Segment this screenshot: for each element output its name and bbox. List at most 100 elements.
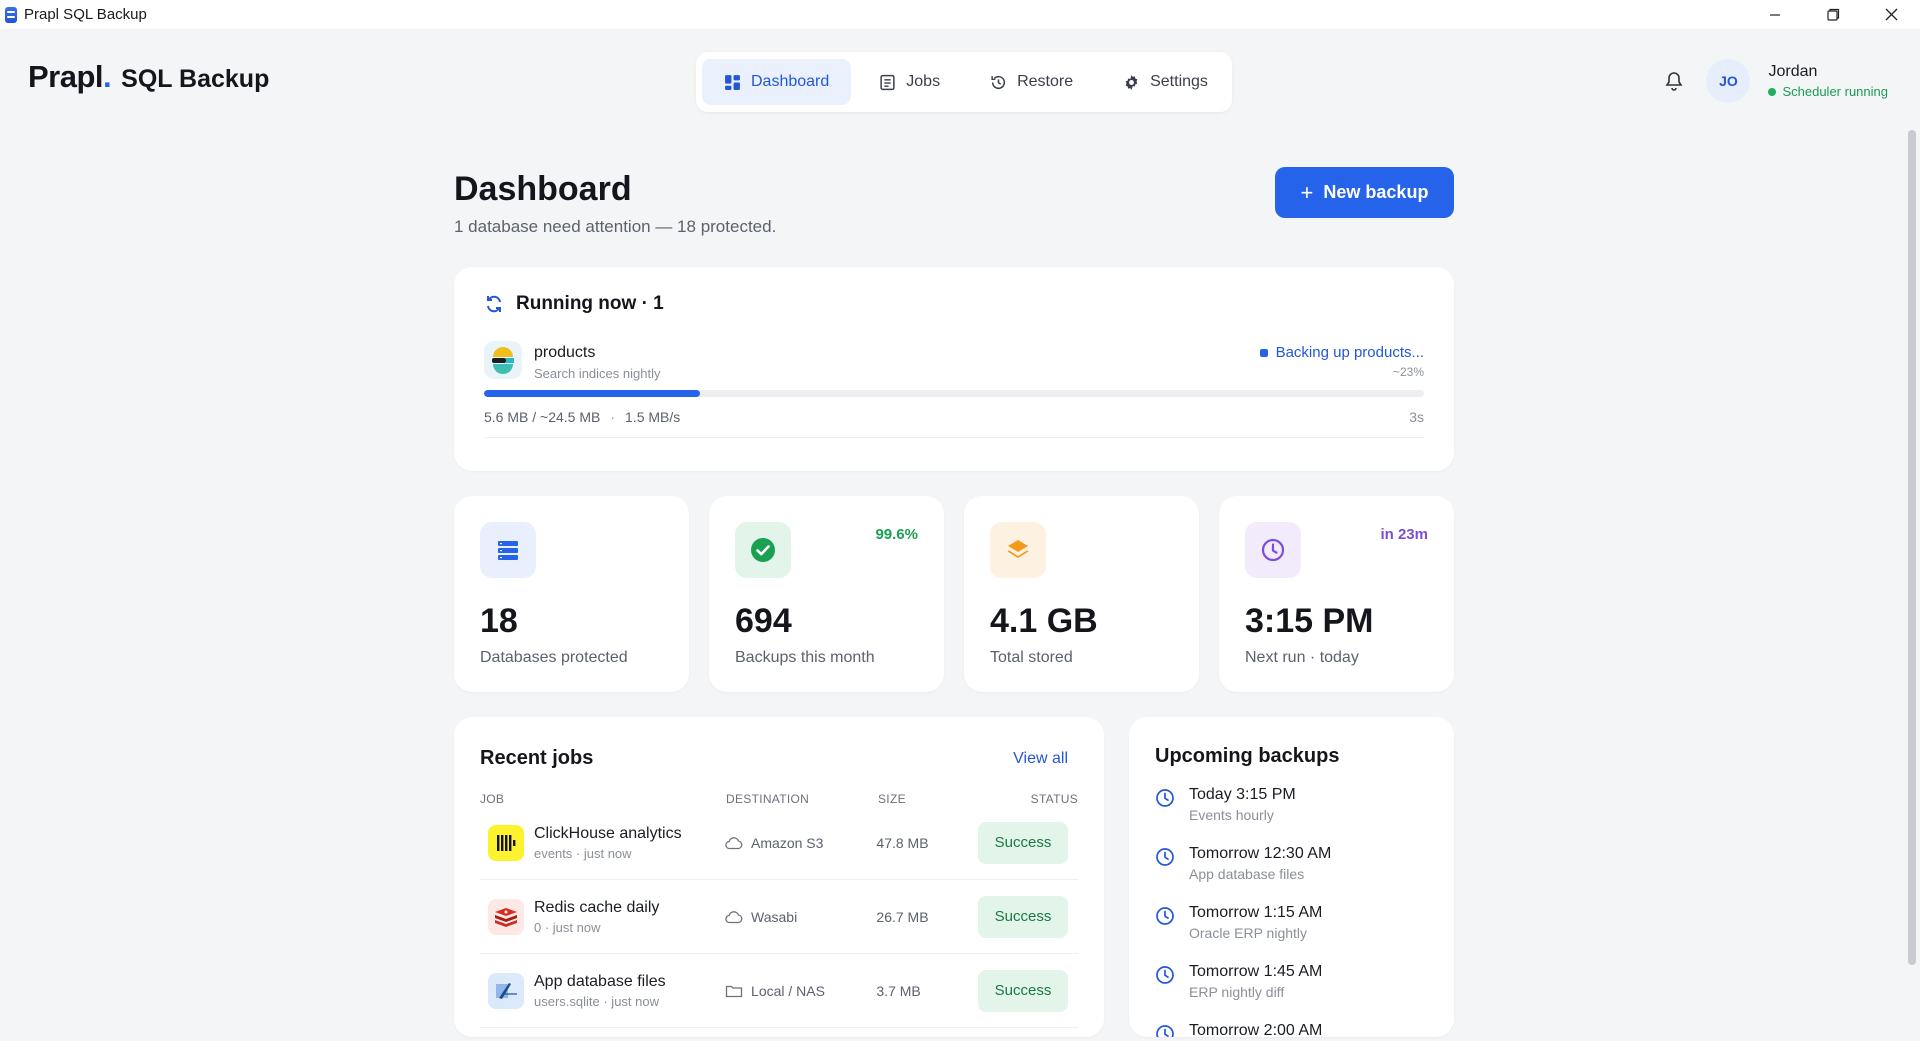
running-percent: ~23%	[1392, 365, 1424, 379]
clock-icon	[1156, 789, 1174, 807]
page-subtitle: 1 database need attention — 18 protected…	[454, 217, 777, 236]
job-destination: Amazon S3	[751, 834, 824, 851]
status-badge: Success	[977, 969, 1068, 1012]
job-name: App database files	[534, 972, 666, 990]
redis-logo	[488, 898, 524, 935]
stat-label: Next run · today	[1245, 649, 1359, 666]
user-name: Jordan	[1768, 63, 1818, 80]
stat-label: Total stored	[990, 649, 1073, 666]
nav-dashboard[interactable]: Dashboard	[702, 59, 852, 105]
upcoming-time: Tomorrow 12:30 AM	[1189, 845, 1332, 862]
close-window-button[interactable]	[1862, 0, 1920, 29]
sync-icon	[487, 295, 501, 313]
nav-jobs[interactable]: Jobs	[857, 59, 962, 105]
table-row[interactable]: App database files users.sqlite · just n…	[480, 954, 1078, 1028]
upcoming-title: Upcoming backups	[1155, 745, 1340, 767]
list-item[interactable]: Tomorrow 12:30 AM App database files	[1155, 845, 1428, 904]
list-item[interactable]: Today 3:15 PM Events hourly	[1155, 786, 1428, 845]
running-job[interactable]: products Search indices nightly Backing …	[484, 341, 1424, 381]
stat-value: 4.1 GB	[990, 602, 1098, 640]
status-badge: Success	[977, 895, 1068, 938]
database-icon	[480, 522, 536, 578]
recent-jobs-card: Recent jobs View all JOB DESTINATION SIZ…	[454, 717, 1104, 1037]
stat-label: Databases protected	[480, 649, 628, 666]
notifications-button[interactable]	[1660, 67, 1688, 95]
gear-icon	[1125, 74, 1138, 90]
stat-value: 694	[735, 602, 792, 640]
nav-jobs-label: Jobs	[906, 73, 941, 90]
transfer-rate: 1.5 MB/s	[625, 409, 681, 425]
minimize-button[interactable]	[1746, 0, 1804, 29]
transferred-size: 5.6 MB / ~24.5 MB	[484, 409, 601, 425]
job-size: 3.7 MB	[876, 982, 921, 999]
nav-restore-label: Restore	[1017, 73, 1074, 90]
list-item[interactable]: Tomorrow 2:00 AM	[1155, 1022, 1428, 1037]
brand-logo[interactable]: Prapl. SQL Backup	[28, 59, 269, 95]
col-size-header: SIZE	[878, 792, 906, 806]
job-size: 26.7 MB	[876, 908, 929, 925]
main-content: Dashboard 1 database need attention — 18…	[454, 130, 1454, 1037]
stat-backups-month[interactable]: 99.6% 694 Backups this month	[709, 496, 944, 692]
running-job-name: products	[534, 344, 596, 361]
upcoming-job: Oracle ERP nightly	[1189, 925, 1308, 941]
restore-icon	[991, 75, 1006, 89]
table-row[interactable]: ClickHouse analytics events · just now A…	[480, 806, 1078, 880]
nav-restore[interactable]: Restore	[968, 59, 1095, 105]
upcoming-time: Tomorrow 1:45 AM	[1189, 963, 1323, 980]
window-title: Prapl SQL Backup	[24, 6, 147, 23]
job-sub: users.sqlite · just now	[534, 993, 659, 1009]
job-size: 47.8 MB	[876, 834, 929, 851]
dashboard-icon	[725, 74, 740, 90]
clickhouse-logo	[488, 824, 524, 861]
brand-dot: .	[103, 59, 112, 94]
new-backup-label: New backup	[1323, 182, 1429, 202]
job-sub: 0 · just now	[534, 919, 601, 935]
bell-icon	[1665, 72, 1683, 91]
layers-icon	[990, 522, 1046, 578]
stats-row: 18 Databases protected 99.6% 694 Backups…	[454, 496, 1454, 692]
clock-icon	[1156, 966, 1174, 984]
folder-icon	[725, 985, 743, 997]
table-row[interactable]: Redis cache daily 0 · just now Wasabi 26…	[480, 880, 1078, 954]
stat-value: 18	[480, 602, 518, 640]
view-all-link[interactable]: View all	[1013, 750, 1068, 768]
scrollbar[interactable]	[1908, 130, 1916, 965]
job-name: ClickHouse analytics	[534, 824, 682, 842]
restore-window-button[interactable]	[1804, 0, 1862, 29]
progress-bar	[484, 390, 1424, 397]
avatar[interactable]: JO	[1706, 59, 1751, 103]
col-destination-header: DESTINATION	[726, 792, 810, 806]
recent-jobs-title: Recent jobs	[480, 747, 594, 769]
upcoming-job: ERP nightly diff	[1189, 984, 1285, 1000]
brand-product: SQL Backup	[121, 65, 270, 93]
cloud-icon	[725, 910, 743, 923]
col-job-header: JOB	[480, 792, 505, 806]
minimize-icon	[1770, 13, 1780, 16]
success-rate-badge: 99.6%	[875, 526, 918, 543]
progress-fill	[484, 390, 701, 397]
activity-dot	[1259, 348, 1268, 357]
cloud-icon	[725, 836, 743, 849]
upcoming-job: App database files	[1189, 866, 1305, 882]
stat-next-run[interactable]: in 23m 3:15 PM Next run · today	[1219, 496, 1454, 692]
status-badge: Success	[977, 821, 1068, 864]
nav-settings-label: Settings	[1150, 73, 1208, 90]
list-item[interactable]: Tomorrow 1:15 AM Oracle ERP nightly	[1155, 904, 1428, 963]
user-info[interactable]: Jordan Scheduler running	[1768, 63, 1888, 99]
stat-total-stored[interactable]: 4.1 GB Total stored	[964, 496, 1199, 692]
upcoming-time: Tomorrow 2:00 AM	[1189, 1022, 1323, 1037]
jobs-icon	[880, 74, 895, 90]
page-title: Dashboard	[454, 170, 632, 208]
upcoming-job: Events hourly	[1189, 807, 1274, 823]
restore-window-icon	[1826, 8, 1839, 21]
nav-settings[interactable]: Settings	[1101, 59, 1230, 105]
stat-label: Backups this month	[735, 649, 875, 666]
job-destination: Wasabi	[751, 908, 798, 925]
check-circle-icon	[735, 522, 791, 578]
list-item[interactable]: Tomorrow 1:45 AM ERP nightly diff	[1155, 963, 1428, 1022]
clock-icon	[1156, 907, 1174, 925]
running-status: Backing up products...	[1275, 344, 1424, 361]
stat-databases-protected[interactable]: 18 Databases protected	[454, 496, 689, 692]
new-backup-button[interactable]: + New backup	[1275, 167, 1454, 218]
sqlite-logo	[488, 972, 524, 1009]
